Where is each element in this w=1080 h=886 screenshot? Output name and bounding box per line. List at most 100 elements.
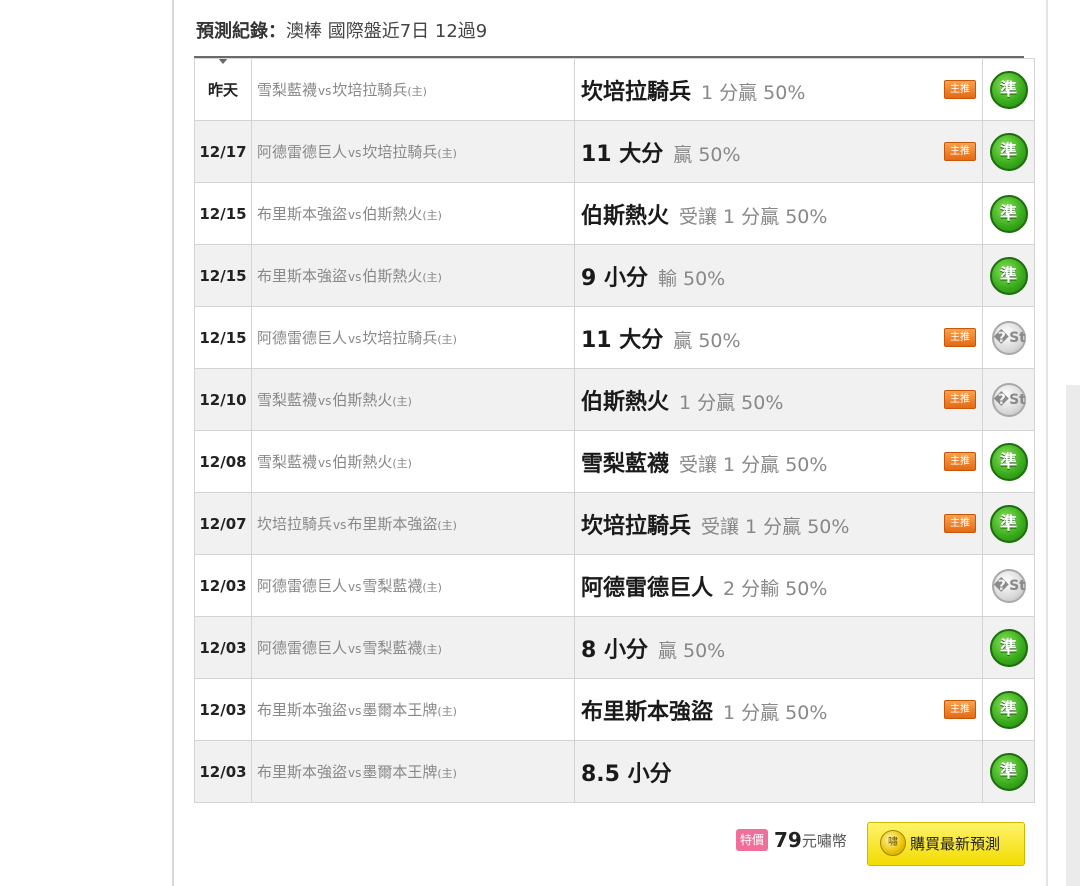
price-currency: 元嘯幣 xyxy=(801,831,847,850)
row-prediction: 坎培拉騎兵 1 分贏 50% 主推 xyxy=(574,58,983,121)
table-row: 12/07 坎培拉騎兵vs布里斯本強盜(主) 坎培拉騎兵 受讓 1 分贏 50% 主推準 xyxy=(194,492,1035,555)
table-row: 12/15 布里斯本強盜vs伯斯熱火(主) 伯斯熱火 受讓 1 分贏 50% 準 xyxy=(194,182,1035,245)
page-left-border xyxy=(172,0,174,886)
table-row: 12/17 阿德雷德巨人vs坎培拉騎兵(主) 11 大分贏 50% 主推準 xyxy=(194,120,1035,183)
result-miss-icon: �St xyxy=(991,568,1026,603)
row-prediction: 坎培拉騎兵 受讓 1 分贏 50% 主推 xyxy=(574,492,983,555)
row-matchup: 雪梨藍襪vs伯斯熱火(主) xyxy=(251,368,575,431)
row-date: 昨天 xyxy=(194,58,252,121)
row-matchup: 布里斯本強盜vs墨爾本王牌(主) xyxy=(251,740,575,803)
home-team: 坎培拉騎兵 xyxy=(362,143,438,161)
pick-detail: 受讓 1 分贏 50% xyxy=(701,515,850,538)
row-prediction: 伯斯熱火 受讓 1 分贏 50% xyxy=(574,182,983,245)
pick-main: 9 小分 xyxy=(581,265,648,291)
pick-main: 阿德雷德巨人 xyxy=(581,575,714,601)
row-result: 準 xyxy=(982,58,1035,121)
pick-detail: 贏 50% xyxy=(657,639,726,662)
home-team: 伯斯熱火 xyxy=(362,267,423,285)
table-row: 12/03 布里斯本強盜vs墨爾本王牌(主) 8.5 小分準 xyxy=(194,740,1035,803)
home-marker: (主) xyxy=(422,271,442,284)
table-row: 12/03 阿德雷德巨人 vs雪梨藍襪(主) 阿德雷德巨人 2 分輸 50% �St xyxy=(194,554,1035,617)
table-row: 12/08 雪梨藍襪vs伯斯熱火(主) 雪梨藍襪 受讓 1 分贏 50% 主推準 xyxy=(194,430,1035,493)
records-header: 預測紀錄：澳棒 國際盤近7日 12過9 xyxy=(196,18,487,46)
row-prediction: 8.5 小分 xyxy=(574,740,983,803)
pick-detail: 受讓 1 分贏 50% xyxy=(679,453,828,476)
price-display: 特價 79元嘯幣 xyxy=(736,828,847,858)
row-date: 12/15 xyxy=(194,306,252,369)
main-pick-badge: 主推 xyxy=(944,699,976,719)
row-matchup: 阿德雷德巨人vs坎培拉騎兵(主) xyxy=(251,306,575,369)
vs-label: vs xyxy=(348,270,362,284)
home-team: 雪梨藍襪 xyxy=(362,577,423,595)
row-date: 12/03 xyxy=(194,616,252,679)
away-team: 阿德雷德巨人 xyxy=(257,143,348,161)
row-result: 準 xyxy=(982,492,1035,555)
row-date: 12/07 xyxy=(194,492,252,555)
row-date: 12/15 xyxy=(194,244,252,307)
home-marker: (主) xyxy=(437,705,457,718)
pick-main: 伯斯熱火 xyxy=(581,389,670,415)
pick-detail: 1 分贏 50% xyxy=(679,391,784,414)
row-date: 12/03 xyxy=(194,678,252,741)
result-hit-icon: 準 xyxy=(989,194,1028,233)
result-hit-icon: 準 xyxy=(989,442,1028,481)
row-date: 12/03 xyxy=(194,554,252,617)
home-marker: (主) xyxy=(407,85,427,98)
vs-label: vs xyxy=(348,146,362,160)
price-amount: 79 xyxy=(774,828,802,852)
result-hit-icon: 準 xyxy=(989,256,1028,295)
away-team: 布里斯本強盜 xyxy=(257,763,348,781)
home-team: 伯斯熱火 xyxy=(362,205,423,223)
vs-label: vs xyxy=(318,456,332,470)
row-result: 準 xyxy=(982,616,1035,679)
home-team: 墨爾本王牌 xyxy=(362,701,438,719)
vs-label: vs xyxy=(348,580,362,594)
away-team: 布里斯本強盜 xyxy=(257,205,348,223)
row-date: 12/15 xyxy=(194,182,252,245)
vs-label: vs xyxy=(348,642,362,656)
row-result: 準 xyxy=(982,244,1035,307)
vs-label: vs xyxy=(333,518,347,532)
home-team: 布里斯本強盜 xyxy=(347,515,438,533)
buy-latest-prediction-button[interactable]: 嘯購買最新預測 xyxy=(867,822,1025,866)
vs-label: vs xyxy=(348,704,362,718)
row-prediction: 布里斯本強盜 1 分贏 50% 主推 xyxy=(574,678,983,741)
main-pick-badge: 主推 xyxy=(944,513,976,533)
row-matchup: 阿德雷德巨人vs坎培拉騎兵(主) xyxy=(251,120,575,183)
away-team: 阿德雷德巨人 xyxy=(257,329,348,347)
vs-label: vs xyxy=(348,766,362,780)
home-marker: (主) xyxy=(437,147,457,160)
home-marker: (主) xyxy=(422,581,442,594)
table-row: 12/10 雪梨藍襪vs伯斯熱火(主) 伯斯熱火 1 分贏 50% 主推 �St xyxy=(194,368,1035,431)
home-marker: (主) xyxy=(392,395,412,408)
vs-label: vs xyxy=(348,332,362,346)
pick-main: 8 小分 xyxy=(581,637,648,663)
result-miss-icon: �St xyxy=(991,320,1026,355)
row-result: �St xyxy=(982,554,1035,617)
away-team: 布里斯本強盜 xyxy=(257,701,348,719)
row-prediction: 阿德雷德巨人 2 分輸 50% xyxy=(574,554,983,617)
pick-main: 坎培拉騎兵 xyxy=(581,79,692,105)
row-matchup: 阿德雷德巨人vs雪梨藍襪(主) xyxy=(251,616,575,679)
home-marker: (主) xyxy=(422,643,442,656)
pick-main: 雪梨藍襪 xyxy=(581,451,670,477)
side-panel-edge xyxy=(1066,385,1080,886)
home-team: 雪梨藍襪 xyxy=(362,639,423,657)
pick-detail: 2 分輸 50% xyxy=(723,577,828,600)
result-hit-icon: 準 xyxy=(989,70,1028,109)
row-matchup: 雪梨藍襪vs伯斯熱火(主) xyxy=(251,430,575,493)
row-prediction: 9 小分輸 50% xyxy=(574,244,983,307)
table-row: 12/15 布里斯本強盜vs伯斯熱火(主) 9 小分輸 50% 準 xyxy=(194,244,1035,307)
result-hit-icon: 準 xyxy=(989,504,1028,543)
row-result: 準 xyxy=(982,120,1035,183)
row-date: 12/17 xyxy=(194,120,252,183)
away-team: 坎培拉騎兵 xyxy=(257,515,333,533)
row-prediction: 11 大分贏 50% 主推 xyxy=(574,120,983,183)
away-team: 雪梨藍襪 xyxy=(257,81,318,99)
home-team: 伯斯熱火 xyxy=(332,453,393,471)
result-hit-icon: 準 xyxy=(989,690,1028,729)
main-pick-badge: 主推 xyxy=(944,327,976,347)
row-prediction: 11 大分贏 50% 主推 xyxy=(574,306,983,369)
page-right-border xyxy=(1046,0,1048,886)
row-result: 準 xyxy=(982,740,1035,803)
